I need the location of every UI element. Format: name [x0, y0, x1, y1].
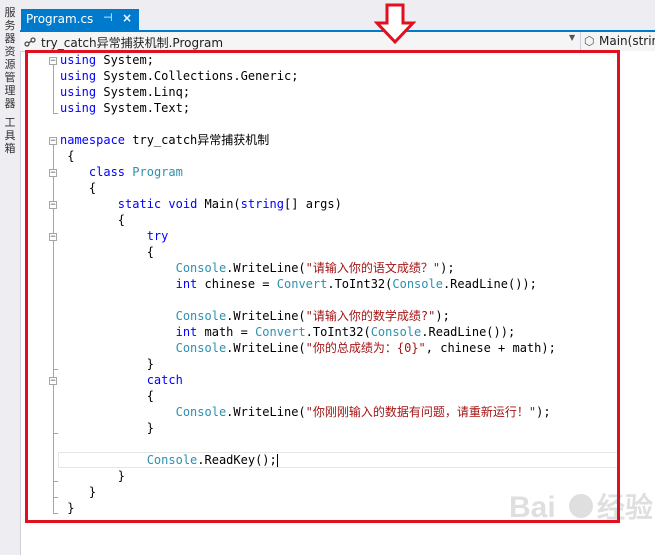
member-dropdown-label: Main(strin	[599, 34, 655, 48]
close-icon[interactable]: ×	[122, 11, 132, 25]
member-dropdown[interactable]: ⬡ Main(strin	[582, 32, 655, 50]
chevron-down-icon[interactable]: ▼	[569, 33, 575, 42]
type-dropdown[interactable]: try_catch异常捕获机制.Program ▼	[22, 32, 581, 50]
method-icon: ⬡	[584, 34, 595, 48]
pin-icon[interactable]: ⊣	[103, 11, 113, 24]
left-tool-strip: 服务器资源管理器 工具箱	[0, 0, 21, 555]
tab-program-cs[interactable]: Program.cs ⊣ ×	[21, 9, 139, 30]
watermark-logo: Bai 经验	[509, 491, 653, 524]
type-dropdown-label: try_catch异常捕获机制.Program	[41, 36, 224, 50]
tab-label: Program.cs	[26, 12, 94, 26]
red-highlight-frame	[25, 50, 620, 523]
navigation-bar: try_catch异常捕获机制.Program ▼ ⬡ Main(strin	[20, 32, 655, 52]
svg-text:Bai: Bai	[509, 491, 556, 524]
document-tab-strip: Program.cs ⊣ ×	[20, 0, 655, 30]
toolbox-tab[interactable]: 工具箱	[2, 116, 18, 155]
down-arrow-icon	[374, 3, 416, 45]
class-icon	[24, 37, 36, 47]
svg-text:经验: 经验	[597, 491, 653, 523]
server-explorer-tab[interactable]: 服务器资源管理器	[2, 6, 18, 110]
